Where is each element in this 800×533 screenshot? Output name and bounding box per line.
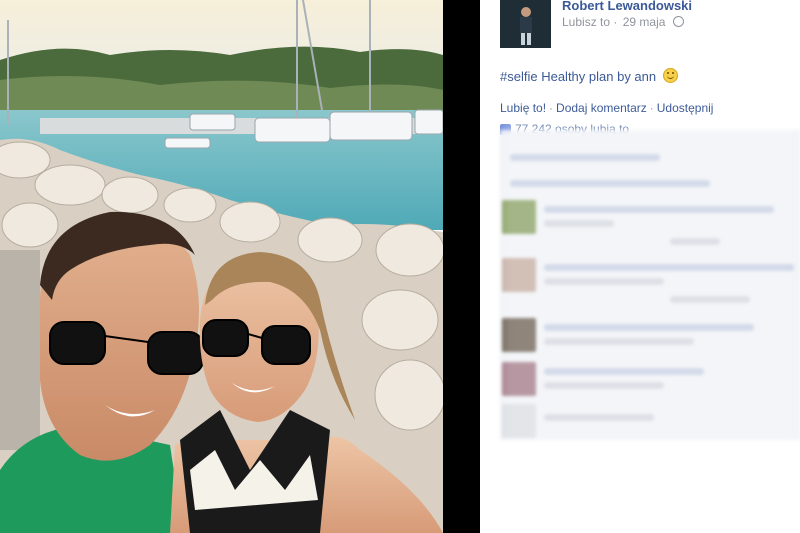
share-button[interactable]: Udostępnij	[657, 101, 714, 115]
smiley-icon	[662, 68, 678, 83]
blur-overlay	[500, 118, 800, 448]
post-date-link[interactable]: 29 maja	[623, 15, 666, 29]
post-meta: Lubisz to · 29 maja	[562, 15, 684, 29]
like-button[interactable]: Lubię to!	[500, 101, 546, 115]
post-caption: #selfie Healthy plan by ann	[500, 68, 678, 84]
selfie-photo-image	[0, 0, 443, 533]
page-like-status[interactable]: Lubisz to	[562, 15, 610, 29]
caption-text: Healthy plan by ann	[541, 69, 657, 84]
post-actions: Lubię to! · Dodaj komentarz · Udostępnij	[500, 101, 714, 115]
add-comment-button[interactable]: Dodaj komentarz	[556, 101, 647, 115]
hashtag-link[interactable]: #selfie	[500, 69, 538, 84]
author-name-link[interactable]: Robert Lewandowski	[562, 0, 692, 13]
post-sidebar: Robert Lewandowski Lubisz to · 29 maja #…	[480, 0, 800, 533]
post-photo[interactable]	[0, 0, 443, 533]
lightbox-divider	[443, 0, 480, 533]
globe-icon	[672, 16, 684, 27]
author-avatar[interactable]	[500, 0, 551, 48]
